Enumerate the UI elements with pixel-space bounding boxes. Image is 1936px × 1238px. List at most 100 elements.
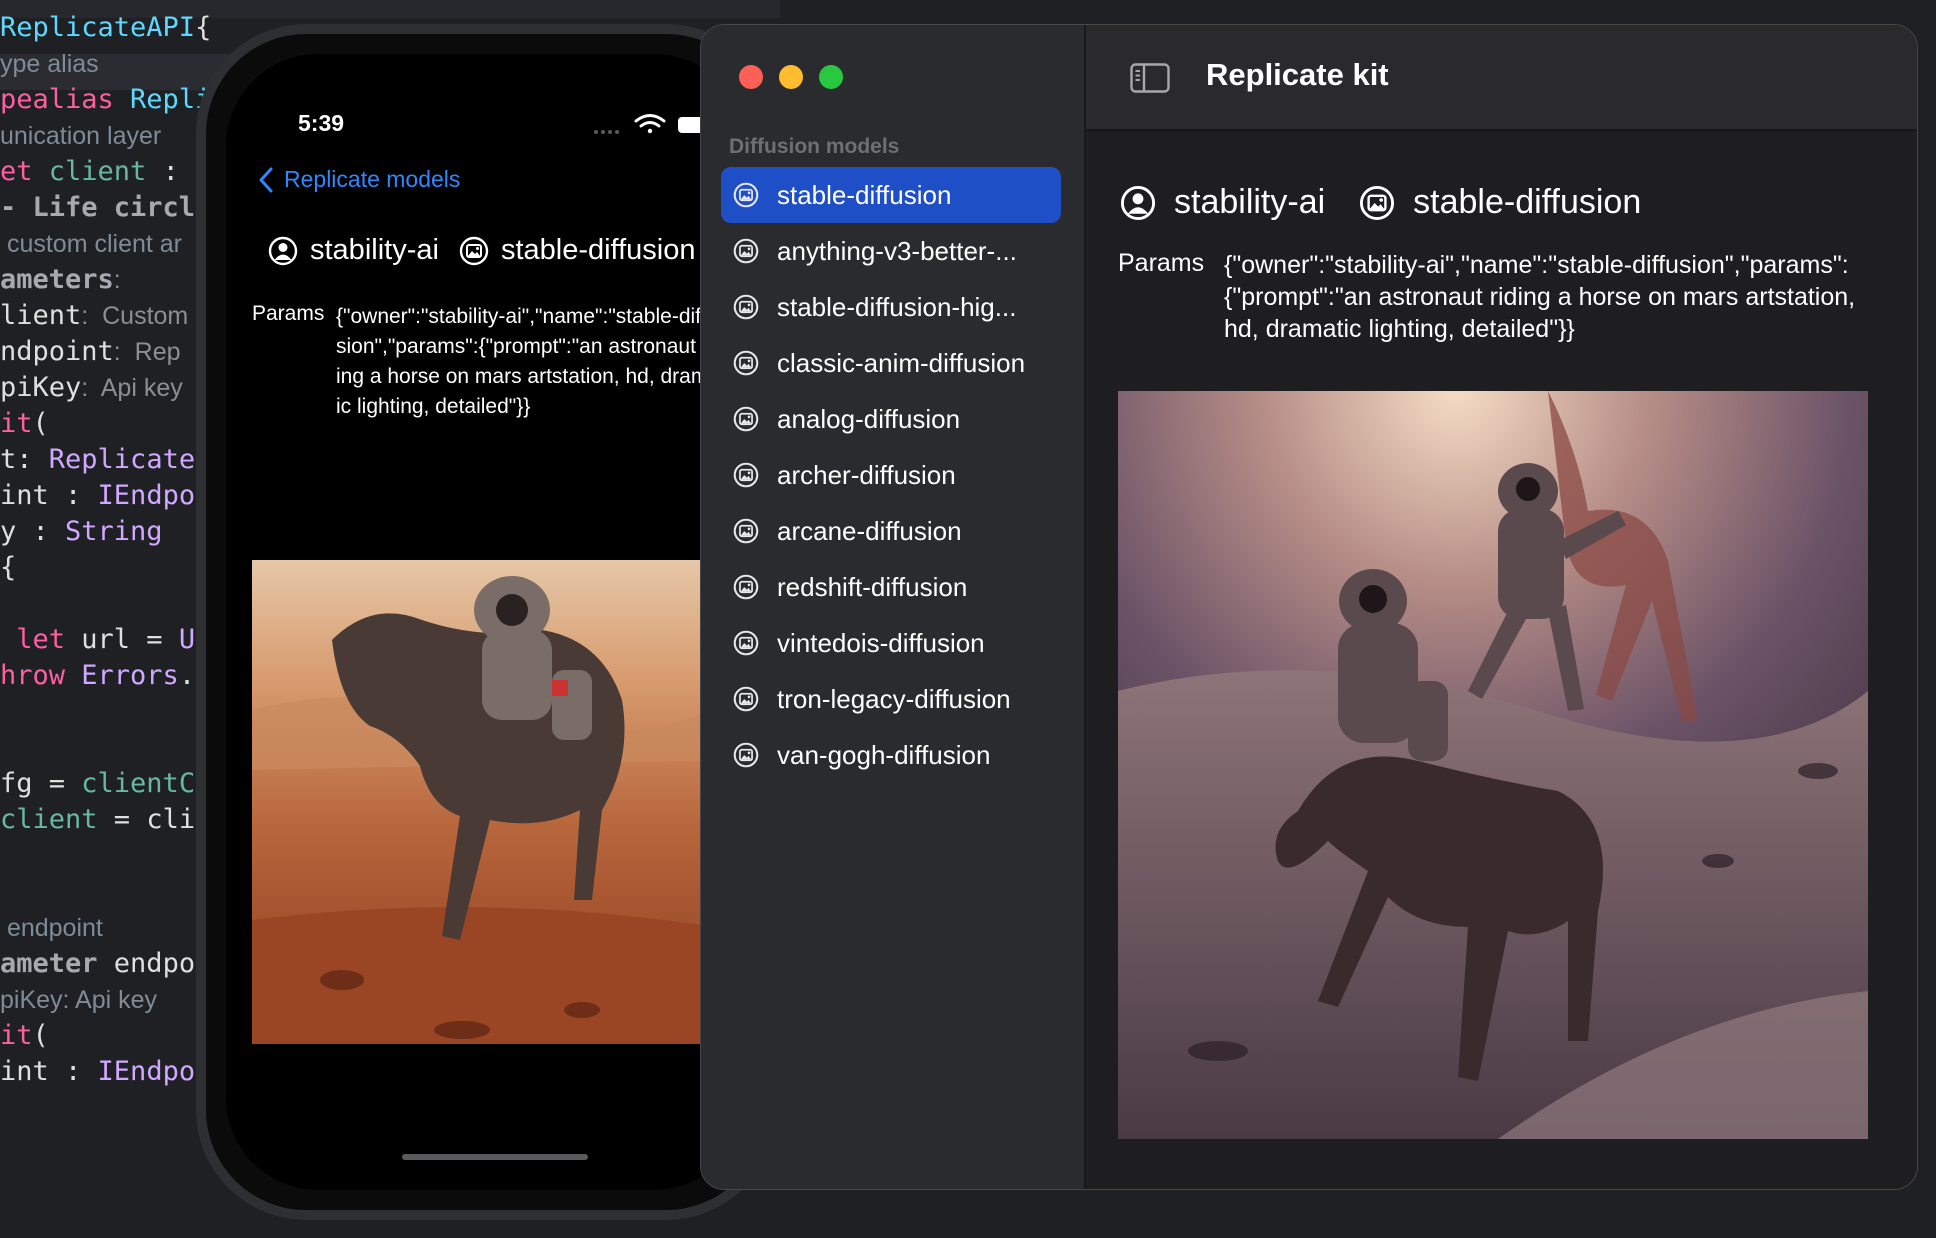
home-indicator (402, 1154, 588, 1160)
zoom-window-button[interactable] (819, 65, 843, 89)
params-label: Params (1118, 249, 1205, 277)
sidebar-item-tron-legacy-diffusion[interactable]: tron-legacy-diffusion (721, 671, 1061, 727)
code-line: ameter endpoi (0, 946, 211, 982)
code-line: it( (0, 406, 49, 442)
code-token: Errors (81, 660, 179, 691)
sidebar-item-archer-diffusion[interactable]: archer-diffusion (721, 447, 1061, 503)
sidebar-item-anything-v3-better[interactable]: anything-v3-better-... (721, 223, 1061, 279)
code-token: let (0, 624, 82, 655)
code-token: IEndpoi (97, 480, 212, 511)
code-token: : Rep (113, 338, 181, 366)
sidebar-item-label: archer-diffusion (777, 459, 956, 490)
code-token: lient (0, 300, 82, 331)
code-line: custom client ar (0, 226, 182, 262)
sidebar-item-label: anything-v3-better-... (777, 235, 1017, 266)
sidebar-item-label: vintedois-diffusion (777, 627, 985, 658)
code-token: url = (81, 624, 179, 655)
code-token: piKey (0, 372, 82, 403)
code-line: et client : F (0, 154, 211, 190)
sidebar-item-analog-diffusion[interactable]: analog-diffusion (721, 391, 1061, 447)
code-token: client (48, 156, 147, 187)
code-token: ReplicateC (48, 444, 212, 475)
code-token: it (0, 1020, 33, 1051)
sidebar-item-label: stable-diffusion (777, 179, 952, 210)
code-line: piKey: Api key (0, 370, 183, 406)
sidebar-item-stable-diffusion-hig[interactable]: stable-diffusion-hig... (721, 279, 1061, 335)
detail-pane: Replicate kit stability-ai stable-diffus… (1086, 25, 1917, 1189)
replicate-kit-window: Diffusion models stable-diffusion anythin… (700, 24, 1918, 1190)
sidebar-section-title: Diffusion models (729, 135, 900, 158)
sidebar-item-label: tron-legacy-diffusion (777, 683, 1011, 714)
photo-circle-icon (733, 574, 759, 600)
status-time: 5:39 (298, 110, 345, 136)
owner-label: stability-ai (1174, 183, 1326, 221)
sidebar-item-vintedois-diffusion[interactable]: vintedois-diffusion (721, 615, 1061, 671)
sidebar-item-stable-diffusion[interactable]: stable-diffusion (721, 167, 1061, 223)
code-token: it (0, 408, 33, 439)
close-window-button[interactable] (739, 65, 763, 89)
code-token: - Life circle (0, 192, 212, 223)
code-token: ndpoint (0, 336, 114, 367)
sidebar-item-label: classic-anim-diffusion (777, 347, 1026, 378)
sidebar-item-classic-anim-diffusion[interactable]: classic-anim-diffusion (721, 335, 1061, 391)
code-token: : Custom (81, 302, 189, 330)
code-line: endpoint (0, 910, 103, 946)
back-button[interactable]: Replicate models (258, 166, 460, 193)
code-token: . (178, 660, 196, 691)
model-header: stability-ai stable-diffusion (268, 234, 695, 267)
sidebar: Diffusion models stable-diffusion anythin… (701, 25, 1086, 1189)
code-token: ReplicateAPI (0, 12, 196, 43)
code-token: ( (32, 408, 49, 439)
code-line: ReplicateAPI{ (0, 10, 211, 46)
chevron-left-icon (259, 167, 273, 192)
code-line: ameters: (0, 262, 121, 298)
code-line: y : String (0, 514, 163, 550)
photo-circle-icon (733, 350, 759, 376)
minimize-window-button[interactable] (779, 65, 803, 89)
photo-circle-icon (733, 686, 759, 712)
sidebar-item-arcane-diffusion[interactable]: arcane-diffusion (721, 503, 1061, 559)
code-token: : (113, 266, 121, 294)
code-token: ameters (0, 264, 114, 295)
sidebar-item-redshift-diffusion[interactable]: redshift-diffusion (721, 559, 1061, 615)
code-token: { (0, 552, 17, 583)
code-line: - Life circle (0, 190, 211, 226)
code-line: it( (0, 1018, 49, 1054)
code-line: t: ReplicateC (0, 442, 211, 478)
model-list: stable-diffusion anything-v3-better-... st… (721, 167, 1061, 783)
code-line: client = clie (0, 802, 211, 838)
code-token: custom client ar (0, 230, 183, 258)
code-line: pealias Repli (0, 82, 211, 118)
code-token: : (146, 156, 196, 187)
params-value: {"owner":"stability-ai","name":"stable-d… (336, 305, 726, 418)
generated-image (1118, 391, 1868, 1139)
code-line: let url = UR (0, 622, 211, 658)
photo-circle-icon (733, 182, 759, 208)
generated-image (252, 560, 732, 1044)
code-token: String (65, 516, 163, 547)
code-token: int : (0, 480, 98, 511)
sidebar-item-label: van-gogh-diffusion (777, 739, 991, 770)
code-token: ype alias (0, 50, 99, 78)
person-circle-icon (1120, 185, 1156, 221)
code-token: { (195, 12, 212, 43)
wifi-icon (634, 114, 666, 134)
photo-circle-icon (733, 742, 759, 768)
code-token: client (0, 804, 98, 835)
code-token: endpoint (0, 914, 103, 942)
photo-circle-icon (733, 518, 759, 544)
photo-circle-icon (733, 630, 759, 656)
model-label: stable-diffusion (1413, 183, 1642, 221)
photo-circle-icon (733, 238, 759, 264)
code-line: lient: Custom (0, 298, 188, 334)
sidebar-toggle-icon[interactable] (1130, 63, 1170, 93)
sidebar-item-van-gogh-diffusion[interactable]: van-gogh-diffusion (721, 727, 1061, 783)
sidebar-item-label: redshift-diffusion (777, 571, 968, 602)
owner-label: stability-ai (310, 234, 439, 266)
code-token: y : (0, 516, 66, 547)
code-line: { (0, 550, 16, 586)
params-label: Params (252, 302, 325, 325)
code-token: unication layer (0, 122, 162, 150)
code-token: ameter (0, 948, 114, 979)
photo-circle-icon (459, 236, 489, 266)
